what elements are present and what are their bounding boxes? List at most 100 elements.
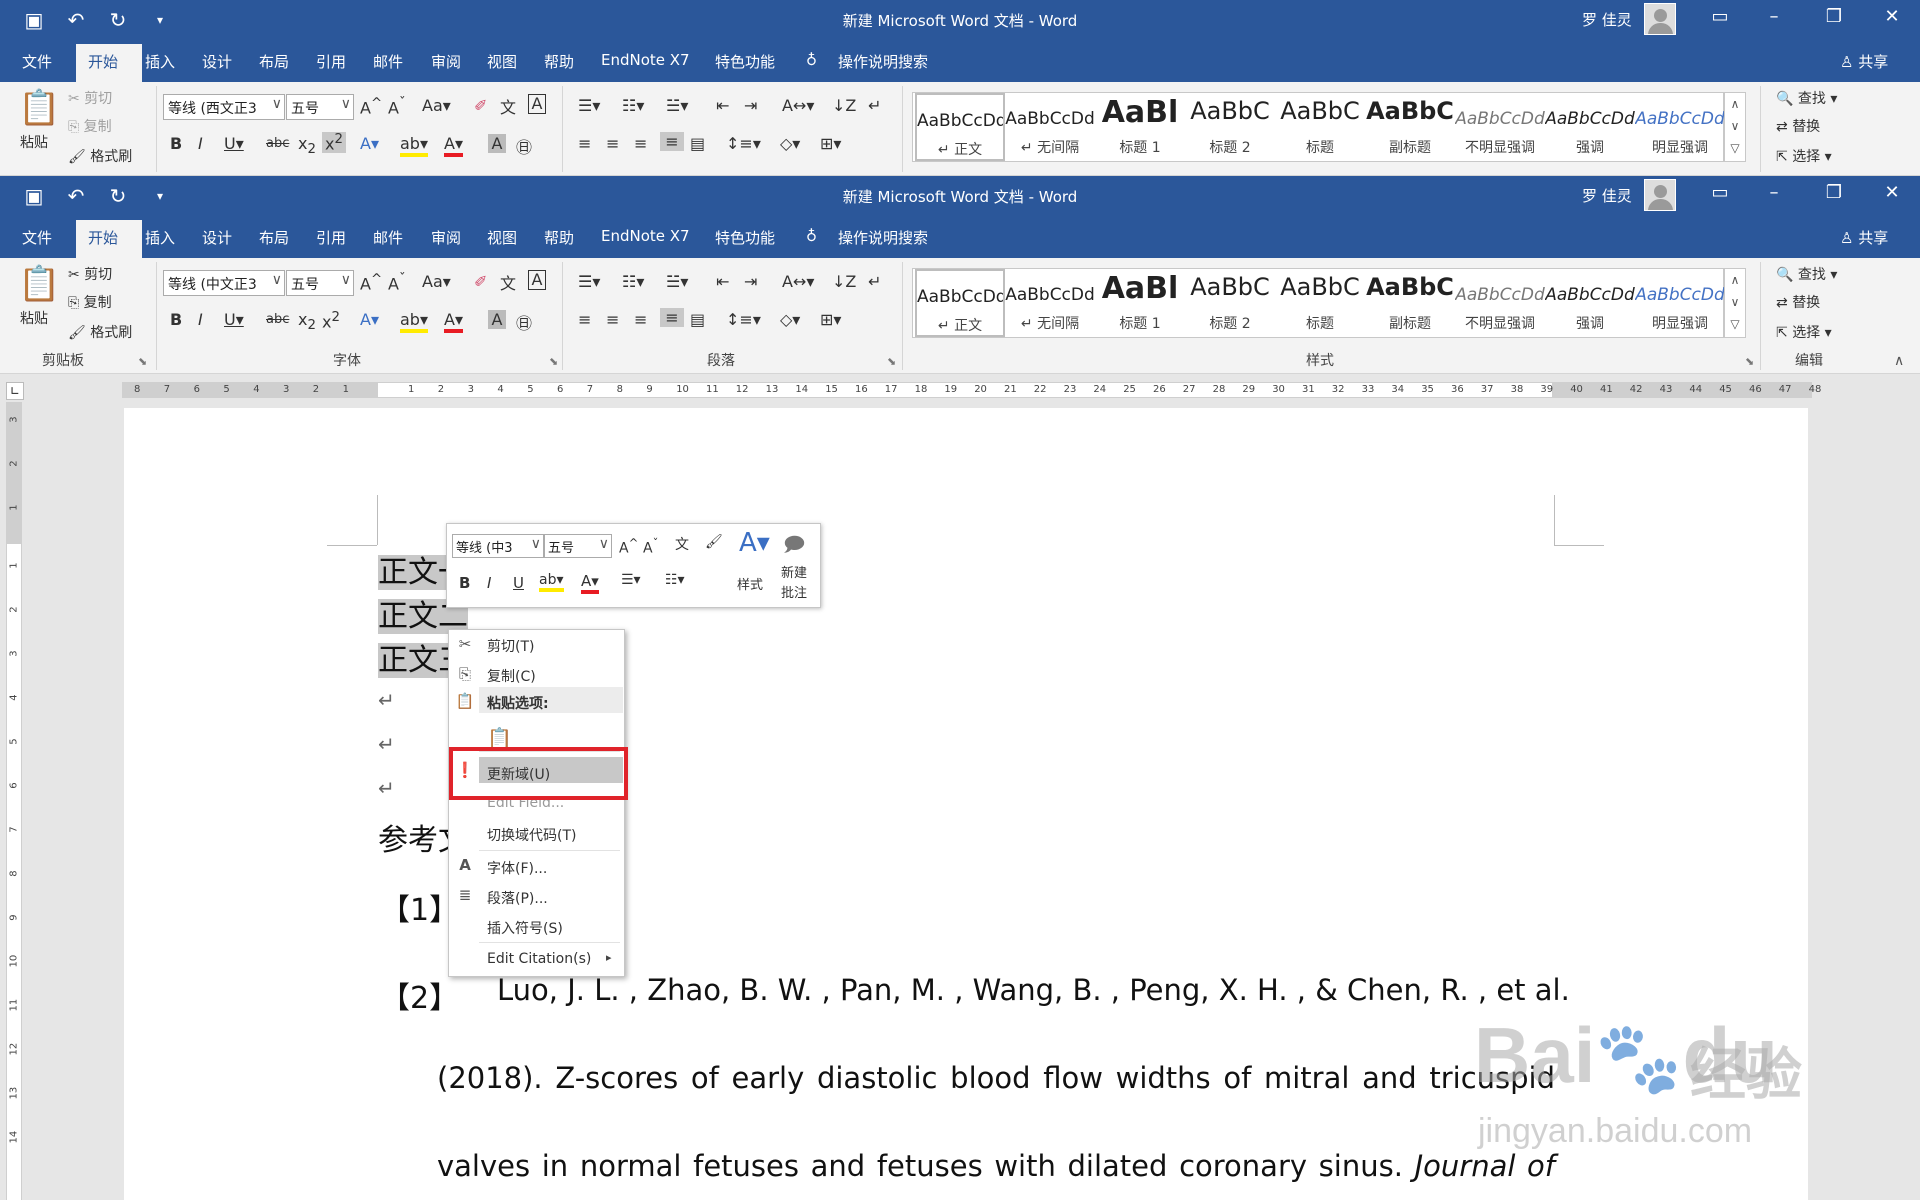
bold-icon[interactable]: B [170,310,182,329]
font-size-combo[interactable]: 五号 ∨ [286,94,354,120]
reference-2-line-2[interactable]: (2018). Z-scores of early diastolic bloo… [437,1061,1555,1095]
asian-layout-icon[interactable]: A↔▾ [782,272,814,291]
tell-me-search[interactable]: 操作说明搜索 [838,51,928,72]
increase-indent-icon[interactable]: ⇥ [744,96,757,115]
underline-icon[interactable]: U▾ [224,134,244,153]
borders-icon[interactable]: ⊞▾ [820,310,841,329]
highlight-color-icon[interactable]: ab▾ [539,572,564,592]
vertical-ruler[interactable]: 3 2 1 1 2 3 4 5 6 7 8 9 10 11 12 13 14 [6,402,22,1200]
close-icon[interactable]: ✕ [1872,182,1912,203]
character-shading-icon[interactable]: A [488,310,506,329]
style-title[interactable]: AaBbC 标题 [1275,93,1365,161]
numbering-icon[interactable]: ☷▾ [622,96,644,115]
decrease-indent-icon[interactable]: ⇤ [716,272,729,291]
highlight-color-icon[interactable]: ab▾ [400,134,428,157]
tab-insert[interactable]: 插入 [145,227,175,248]
tab-file[interactable]: 文件 [22,51,52,72]
multilevel-list-icon[interactable]: ☱▾ [666,96,688,115]
strikethrough-icon[interactable]: abc [266,312,289,327]
asian-layout-icon[interactable]: A↔▾ [782,96,814,115]
gallery-scroll[interactable]: ∧ ∨ ▽ [1724,268,1746,338]
phonetic-guide-icon[interactable]: 文 [675,534,689,554]
line-spacing-icon[interactable]: ↕≡▾ [726,310,761,329]
tab-home[interactable]: 开始 [76,220,142,258]
reference-2-label[interactable]: 【2】 [380,973,459,1017]
collapse-ribbon-icon[interactable]: ∧ [1894,353,1904,369]
tab-help[interactable]: 帮助 [544,51,574,72]
numbering-icon[interactable]: ☷▾ [622,272,644,291]
strikethrough-icon[interactable]: abc [266,136,289,151]
dialog-launcher-icon[interactable]: ⬊ [887,355,896,368]
format-painter-button[interactable]: 🖌 格式刷 [68,146,132,166]
decrease-indent-icon[interactable]: ⇤ [716,96,729,115]
clear-format-icon[interactable]: ✐ [474,272,487,291]
cut-button[interactable]: ✂ 剪切 [68,88,112,108]
style-intense-emphasis[interactable]: AaBbCcDd 明显强调 [1635,269,1725,337]
reference-2-line-1[interactable]: Luo, J. L. , Zhao, B. W. , Pan, M. , Wan… [497,973,1570,1007]
underline-icon[interactable]: U [513,574,524,592]
style-title[interactable]: AaBbC 标题 [1275,269,1365,337]
tab-design[interactable]: 设计 [202,227,232,248]
tab-mailings[interactable]: 邮件 [373,51,403,72]
tab-review[interactable]: 审阅 [431,51,461,72]
horizontal-ruler[interactable]: 8 7 6 5 4 3 2 1 1 2 3 4 5 6 7 8 9 10 11 12 13 14 15 16 17 18 19 20 2… [122,382,1821,398]
bullets-icon[interactable]: ☰▾ [578,96,600,115]
mini-font-name-combo[interactable]: 等线 (中3 ∨ [452,534,544,558]
style-intense-emphasis[interactable]: AaBbCcDd 明显强调 [1635,93,1725,161]
minimize-icon[interactable]: – [1754,6,1794,27]
tab-selector-icon[interactable]: ∟ [6,382,24,400]
tab-layout[interactable]: 布局 [259,51,289,72]
menu-item-insert-symbol[interactable]: 插入符号(S) [487,918,563,938]
font-name-combo[interactable]: 等线 (中文正3 ∨ [163,270,285,296]
bold-icon[interactable]: B [459,574,470,592]
increase-indent-icon[interactable]: ⇥ [744,272,757,291]
style-emphasis[interactable]: AaBbCcDd 强调 [1545,93,1635,161]
tab-insert[interactable]: 插入 [145,51,175,72]
enclose-characters-icon[interactable]: ㊐ [516,310,532,334]
tab-home[interactable]: 开始 [76,44,142,82]
tab-mailings[interactable]: 邮件 [373,227,403,248]
tab-endnote[interactable]: EndNote X7 [601,227,690,245]
styles-icon[interactable]: A▾ [739,528,770,558]
paste-label[interactable]: 粘贴 [20,308,48,328]
gallery-more-icon[interactable]: ▽ [1725,313,1745,335]
tab-references[interactable]: 引用 [316,227,346,248]
select-button[interactable]: ⇱ 选择 ▾ [1776,146,1832,166]
font-color-icon[interactable]: A▾ [444,134,463,157]
avatar[interactable] [1644,3,1676,35]
format-painter-button[interactable]: 🖌 格式刷 [68,322,132,342]
italic-icon[interactable]: I [198,310,203,329]
style-heading-2[interactable]: AaBbC 标题 2 [1185,93,1275,161]
restore-icon[interactable]: ❐ [1814,6,1854,27]
tab-layout[interactable]: 布局 [259,227,289,248]
font-color-icon[interactable]: A▾ [444,310,463,333]
chevron-up-icon[interactable]: ∧ [1725,269,1745,291]
dialog-launcher-icon[interactable]: ⬊ [549,355,558,368]
tab-file[interactable]: 文件 [22,227,52,248]
chevron-down-icon[interactable]: ∨ [1725,115,1745,137]
gallery-more-icon[interactable]: ▽ [1725,137,1745,159]
style-heading-1[interactable]: AaBl 标题 1 [1095,269,1185,337]
shading-icon[interactable]: ◇▾ [780,134,800,153]
grow-font-icon[interactable]: A^ [360,96,382,117]
user-name[interactable]: 罗 佳灵 [1582,9,1632,30]
sort-icon[interactable]: ↓Z [832,96,856,115]
mini-font-size-combo[interactable]: 五号 ∨ [544,534,612,558]
menu-item-paragraph[interactable]: 段落(P)... [487,888,548,908]
tab-view[interactable]: 视图 [487,227,517,248]
character-border-icon[interactable]: A [528,94,546,114]
style-emphasis[interactable]: AaBbCcDd 强调 [1545,269,1635,337]
chevron-up-icon[interactable]: ∧ [1725,93,1745,115]
paste-icon[interactable]: 📋 [18,264,60,304]
tell-me-search[interactable]: 操作说明搜索 [838,227,928,248]
style-normal[interactable]: AaBbCcDd ↵ 正文 [915,93,1005,161]
tab-endnote[interactable]: EndNote X7 [601,51,690,69]
style-subtitle[interactable]: AaBbC 副标题 [1365,93,1455,161]
copy-button[interactable]: ⎘ 复制 [68,116,112,136]
style-subtle-emphasis[interactable]: AaBbCcDd 不明显强调 [1455,93,1545,161]
numbering-icon[interactable]: ☷▾ [665,572,685,588]
new-comment-icon[interactable]: 🗩 [783,530,805,564]
multilevel-list-icon[interactable]: ☱▾ [666,272,688,291]
mini-new-comment-label-2[interactable]: 批注 [781,582,807,601]
shrink-font-icon[interactable]: Aˇ [388,272,406,293]
